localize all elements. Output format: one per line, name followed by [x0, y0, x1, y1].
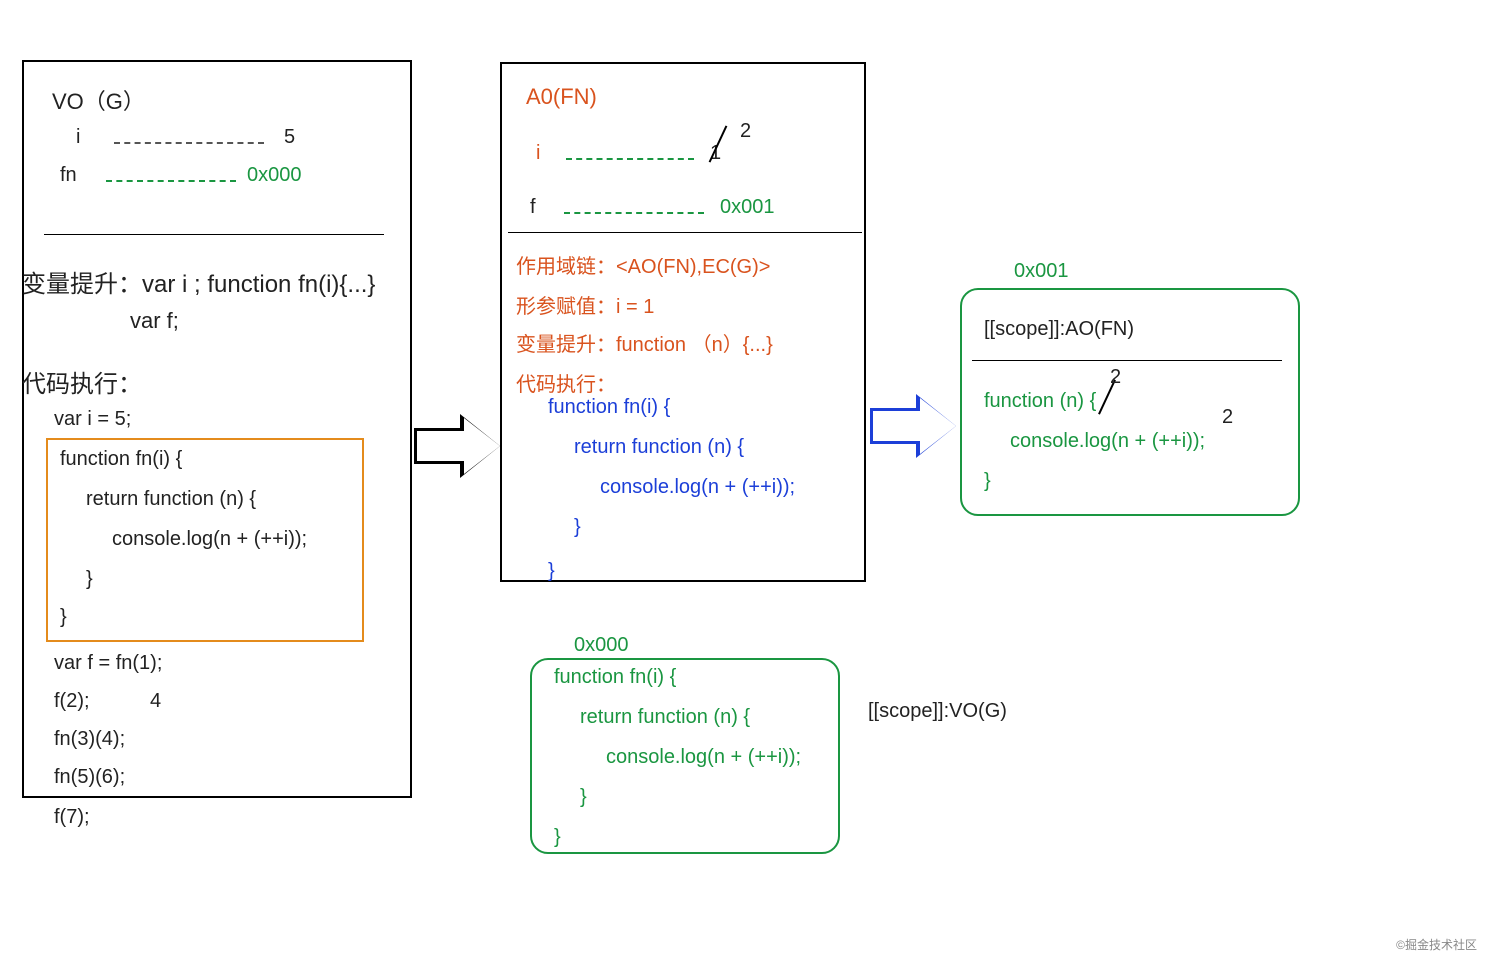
- fn-code5: }: [60, 606, 67, 629]
- heap1-box: [[scope]]:AO(FN) function (n) { 2 consol…: [960, 288, 1300, 516]
- heap1-addr: 0x001: [1014, 260, 1069, 283]
- ao-var-f: f: [530, 196, 536, 219]
- vo-code10: f(7);: [54, 806, 90, 829]
- ao-code2: return function (n) {: [574, 436, 744, 459]
- heap0-code5: }: [554, 826, 561, 849]
- fn-code2: return function (n) {: [86, 488, 256, 511]
- heap1-code3: }: [984, 470, 991, 493]
- vo-code1: var i = 5;: [54, 408, 131, 431]
- vo-hoist-line2: var f;: [130, 308, 179, 334]
- heap1-annot2: 2: [1222, 406, 1233, 429]
- ao-code1: function fn(i) {: [548, 396, 670, 419]
- ao-code3: console.log(n + (++i));: [600, 476, 795, 499]
- vo-code6: var f = fn(1);: [54, 652, 162, 675]
- fn-code4: }: [86, 568, 93, 591]
- ao-val-i-new: 2: [740, 120, 751, 143]
- heap1-code2: console.log(n + (++i));: [1010, 430, 1205, 453]
- heap0-box: function fn(i) { return function (n) { c…: [530, 658, 840, 854]
- vo-val-i: 5: [284, 126, 295, 149]
- ao-param: 形参赋值：i = 1: [516, 290, 654, 319]
- heap0-code4: }: [580, 786, 587, 809]
- ao-exec-label: 代码执行：: [516, 368, 616, 397]
- fn-definition-box: function fn(i) { return function (n) { c…: [46, 438, 364, 642]
- vo-exec-label: 代码执行：: [22, 364, 142, 399]
- ao-var-i: i: [536, 142, 540, 165]
- ao-fn-box: A0(FN) i 1 2 f 0x001 作用域链：<AO(FN),EC(G)>…: [500, 62, 866, 582]
- ao-val-f: 0x001: [720, 196, 775, 219]
- fn-code1: function fn(i) {: [60, 448, 182, 471]
- vo-code8: fn(3)(4);: [54, 728, 125, 751]
- heap1-scope: [[scope]]:AO(FN): [984, 318, 1134, 341]
- vo-code7b: 4: [150, 690, 161, 713]
- ao-chain: 作用域链：<AO(FN),EC(G)>: [516, 250, 770, 279]
- vo-code7a: f(2);: [54, 690, 90, 713]
- arrow-ao-to-heap1: [870, 408, 920, 444]
- fn-code3: console.log(n + (++i));: [112, 528, 307, 551]
- vo-code9: fn(5)(6);: [54, 766, 125, 789]
- watermark: ©掘金技术社区: [1396, 936, 1477, 953]
- arrow-vo-to-ao: [414, 428, 464, 464]
- vo-var-i: i: [76, 126, 80, 149]
- heap0-code1: function fn(i) {: [554, 666, 676, 689]
- heap1-code1: function (n) {: [984, 390, 1096, 413]
- ao-title: A0(FN): [526, 84, 597, 110]
- ao-code5: }: [548, 560, 555, 583]
- heap0-scope: [[scope]]:VO(G): [868, 700, 1007, 723]
- vo-val-fn: 0x000: [247, 164, 302, 187]
- heap1-annot-new: 2: [1110, 366, 1121, 389]
- vo-hoist-label: 变量提升：var i ; function fn(i){...}: [22, 264, 375, 299]
- vo-title: VO（G）: [52, 84, 145, 116]
- ao-code4: }: [574, 516, 581, 539]
- heap0-code2: return function (n) {: [580, 706, 750, 729]
- heap0-addr: 0x000: [574, 634, 629, 657]
- vo-var-fn: fn: [60, 164, 77, 187]
- ao-hoist: 变量提升：function （n）{...}: [516, 328, 773, 357]
- heap0-code3: console.log(n + (++i));: [606, 746, 801, 769]
